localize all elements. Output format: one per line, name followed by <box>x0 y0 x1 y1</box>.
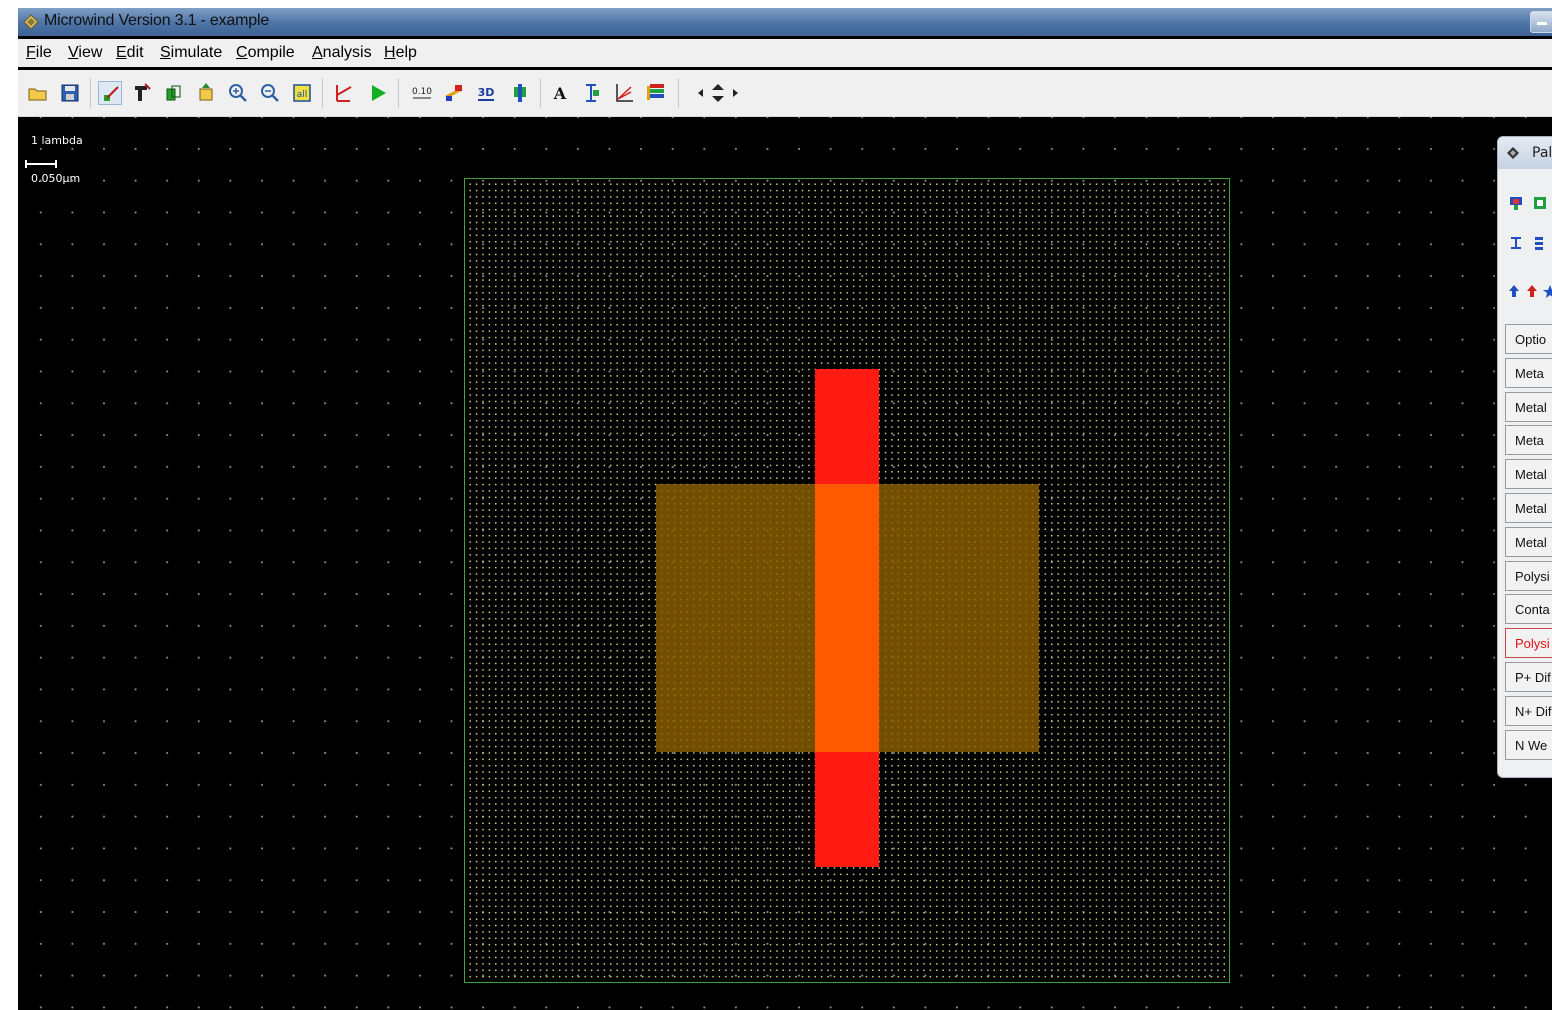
palette-panel: Pal Optio Meta Metal Meta Metal Metal Metal Pol… <box>1497 136 1552 778</box>
view-3d-label: 3D <box>478 86 495 99</box>
layer-button[interactable]: P+ Dif <box>1505 662 1552 692</box>
arrow-up-red-icon[interactable] <box>1524 283 1540 299</box>
title-bar[interactable]: Microwind Version 3.1 - example <box>18 8 1552 36</box>
layer-colors-icon[interactable] <box>644 81 668 105</box>
application-window: Microwind Version 3.1 - example File View… <box>18 8 1552 1010</box>
menu-view[interactable]: View <box>68 44 102 62</box>
text-tool-label: A <box>553 84 567 103</box>
view-3d-icon[interactable]: 3D <box>474 81 498 105</box>
toolbar: all 0.10 3D A <box>18 70 1552 117</box>
menu-help[interactable]: Help <box>384 44 417 62</box>
menu-mnemonic: A <box>312 44 323 61</box>
layer-button[interactable]: Conta <box>1505 594 1552 624</box>
menu-mnemonic: C <box>236 44 248 61</box>
microwind-app-icon <box>23 14 39 30</box>
connect-icon[interactable] <box>442 81 466 105</box>
draw-box-icon[interactable] <box>98 81 122 105</box>
svg-text:all: all <box>297 90 308 100</box>
menu-bar: File View Edit Simulate Compile Analysis Help <box>18 39 1552 67</box>
design-rules-icon[interactable] <box>332 81 356 105</box>
menu-file[interactable]: File <box>26 44 52 62</box>
layer-button[interactable]: Polysi <box>1505 628 1552 658</box>
toolbar-separator <box>678 78 679 108</box>
menu-label-rest: imulate <box>170 44 223 61</box>
scale-bar <box>25 160 57 168</box>
layer-button[interactable]: Metal <box>1505 392 1552 422</box>
menu-compile[interactable]: Compile <box>236 44 295 62</box>
layer-button[interactable]: Meta <box>1505 358 1552 388</box>
star-icon[interactable] <box>1542 283 1552 299</box>
cross-section-icon[interactable]: 0.10 <box>410 81 434 105</box>
edit-layout-icon[interactable] <box>130 81 154 105</box>
menu-label-rest: elp <box>395 44 417 61</box>
open-folder-icon[interactable] <box>26 81 50 105</box>
save-icon[interactable] <box>58 81 82 105</box>
layer-button[interactable]: N We <box>1505 730 1552 760</box>
duplicate-icon[interactable] <box>162 81 186 105</box>
add-node-icon[interactable] <box>580 81 604 105</box>
move-icon[interactable] <box>194 81 218 105</box>
menu-mnemonic: H <box>384 44 396 61</box>
toolbar-separator <box>322 78 323 108</box>
zoom-in-icon[interactable] <box>226 81 250 105</box>
layer-button[interactable]: Polysi <box>1505 561 1552 591</box>
toolbar-separator <box>398 78 399 108</box>
contact-icon[interactable] <box>1508 235 1524 251</box>
toolbar-separator <box>540 78 541 108</box>
transistor-channel <box>815 484 879 752</box>
palette-header[interactable]: Pal <box>1498 137 1552 169</box>
navigate-arrows-icon[interactable] <box>690 81 750 105</box>
menu-mnemonic: E <box>116 44 127 61</box>
layer-button[interactable]: Meta <box>1505 425 1552 455</box>
simulate-run-icon[interactable] <box>366 81 390 105</box>
menu-label-rest: ompile <box>247 44 295 61</box>
window-title: Microwind Version 3.1 - example <box>44 12 270 29</box>
menu-label-rest: iew <box>78 44 103 61</box>
menu-label-rest: dit <box>126 44 144 61</box>
zoom-label: 0.10 <box>412 87 432 97</box>
palette-title: Pal <box>1532 145 1552 161</box>
view-all-icon[interactable]: all <box>290 81 314 105</box>
scale-value: 0.050µm <box>31 172 81 185</box>
scale-label: 1 lambda <box>31 134 83 147</box>
toolbar-separator <box>90 78 91 108</box>
layout-canvas[interactable]: 1 lambda 0.050µm <box>18 117 1552 1010</box>
menu-edit[interactable]: Edit <box>116 44 144 62</box>
arrow-up-blue-icon[interactable] <box>1506 283 1522 299</box>
nmos-icon[interactable] <box>1532 195 1548 211</box>
menu-label-rest: nalysis <box>322 44 372 61</box>
menu-mnemonic: F <box>26 44 36 61</box>
palette-icon <box>1507 147 1519 159</box>
minimize-button[interactable] <box>1530 11 1552 33</box>
menu-analysis[interactable]: Analysis <box>312 44 372 62</box>
layer-button[interactable]: Optio <box>1505 324 1552 354</box>
pmos-icon[interactable] <box>1508 195 1524 211</box>
layer-button[interactable]: N+ Dif <box>1505 696 1552 726</box>
plot-icon[interactable] <box>612 81 636 105</box>
via-icon[interactable] <box>1532 235 1548 251</box>
add-text-icon[interactable]: A <box>548 81 572 105</box>
measure-icon[interactable] <box>508 81 532 105</box>
menu-label-rest: ile <box>35 44 52 61</box>
layer-button[interactable]: Metal <box>1505 493 1552 523</box>
layer-button[interactable]: Metal <box>1505 527 1552 557</box>
menu-mnemonic: V <box>68 44 79 61</box>
layer-button[interactable]: Metal <box>1505 459 1552 489</box>
menu-simulate[interactable]: Simulate <box>160 44 222 62</box>
menu-mnemonic: S <box>160 44 171 61</box>
zoom-out-icon[interactable] <box>258 81 282 105</box>
